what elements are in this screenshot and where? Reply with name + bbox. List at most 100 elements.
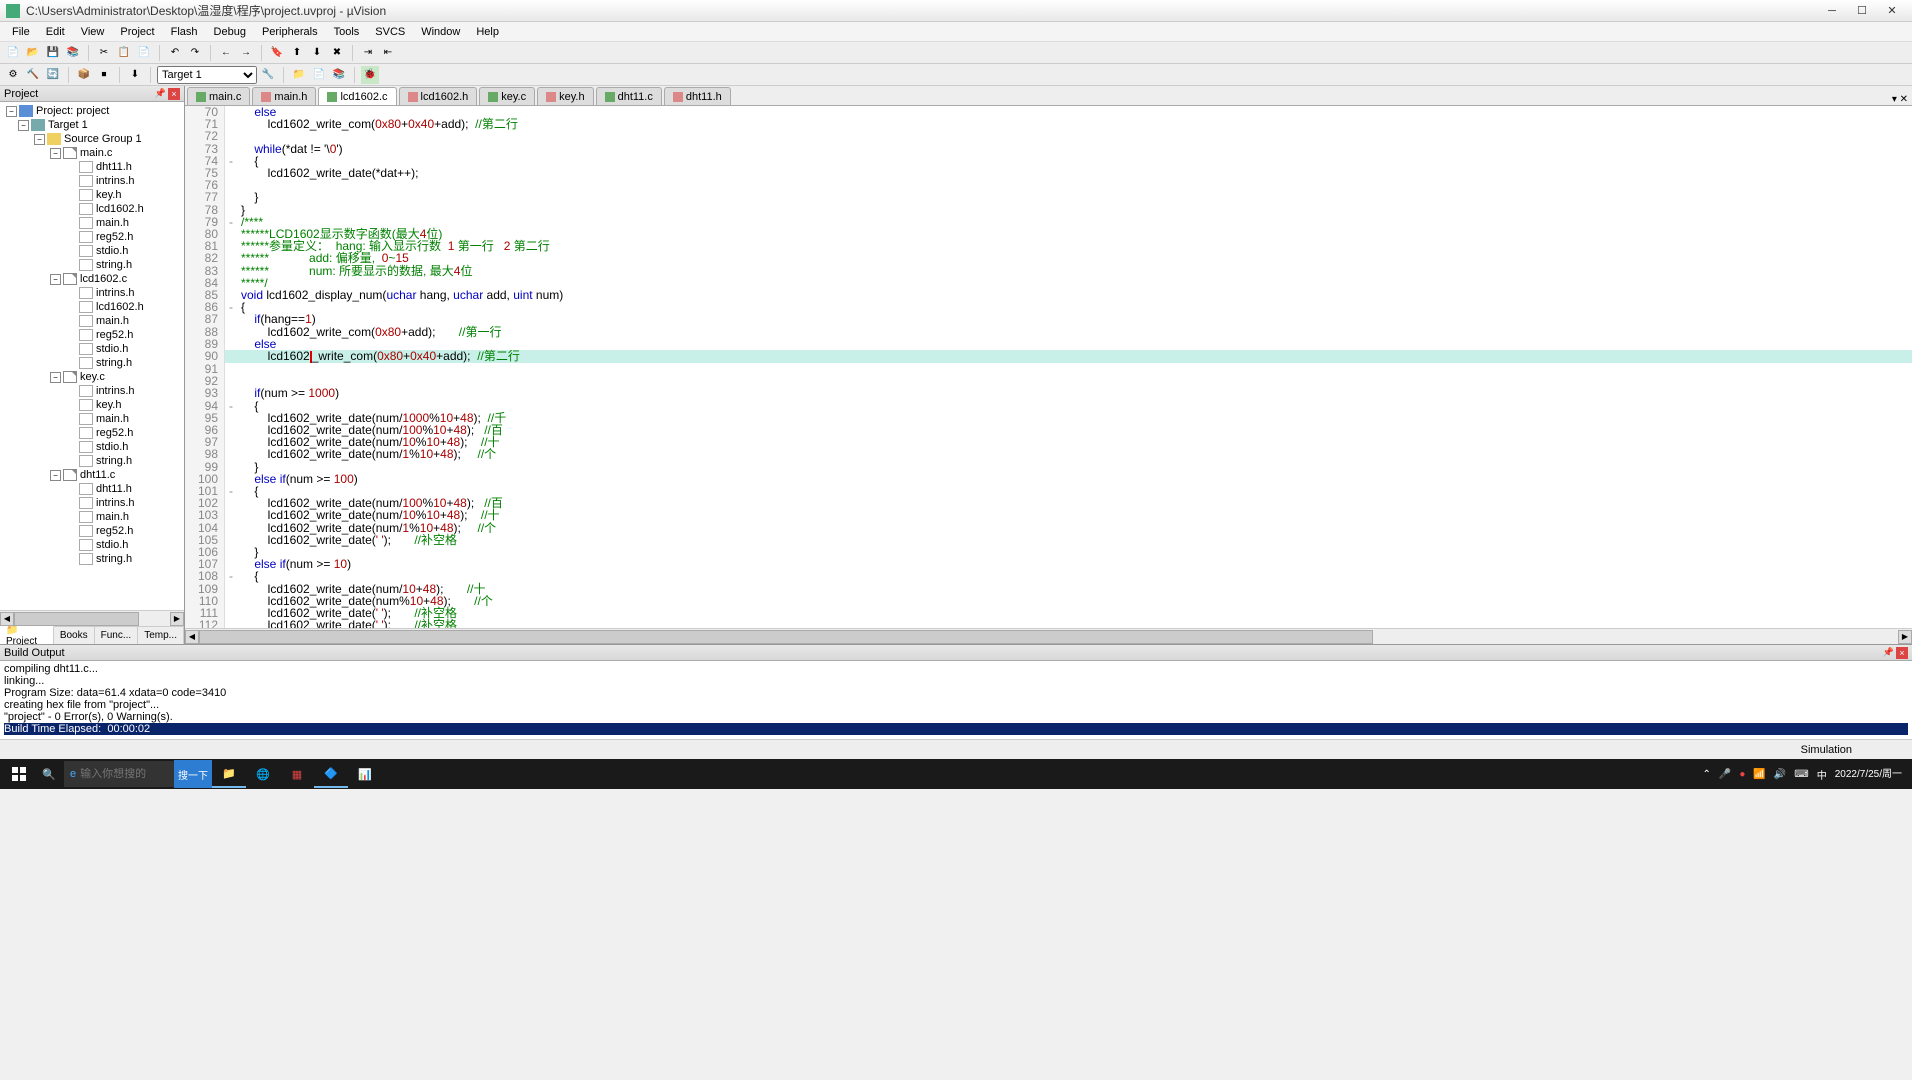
tree-node[interactable]: −dht11.c — [2, 468, 182, 482]
tray-lang-icon[interactable]: 中 — [1817, 767, 1827, 782]
file-tab[interactable]: key.c — [479, 87, 535, 105]
expand-icon[interactable]: − — [6, 106, 17, 117]
close-button[interactable]: ✕ — [1878, 2, 1906, 20]
build-button[interactable]: 🔨 — [24, 66, 42, 84]
fold-icon[interactable]: - — [225, 570, 237, 582]
code-line[interactable]: 71 lcd1602_write_com(0x80+0x40+add); //第… — [185, 118, 1912, 130]
code-line[interactable]: 107 else if(num >= 10) — [185, 558, 1912, 570]
editor-hscroll[interactable]: ◀ ▶ — [185, 628, 1912, 644]
panel-tab-project[interactable]: 📁 Project — [0, 626, 54, 644]
build-line[interactable]: "project" - 0 Error(s), 0 Warning(s). — [4, 711, 1908, 723]
explorer-app[interactable]: 📁 — [212, 760, 246, 788]
project-hscroll[interactable]: ◀ ▶ — [0, 610, 184, 626]
project-tree[interactable]: −Project: project−Target 1−Source Group … — [0, 102, 184, 610]
indent-button[interactable]: ⇥ — [359, 44, 377, 62]
panel-close-button[interactable]: × — [168, 88, 180, 100]
uvision-app[interactable]: 🔷 — [314, 760, 348, 788]
panel-tab-temp...[interactable]: Temp... — [138, 627, 184, 644]
tray-volume-icon[interactable]: 🔊 — [1774, 769, 1786, 780]
fold-icon[interactable] — [225, 387, 237, 399]
pin-icon[interactable]: 📌 — [1883, 647, 1894, 658]
code-line[interactable]: 100 else if(num >= 100) — [185, 473, 1912, 485]
tree-node[interactable]: reg52.h — [2, 230, 182, 244]
fold-icon[interactable] — [225, 204, 237, 216]
tree-node[interactable]: reg52.h — [2, 524, 182, 538]
search-app-button[interactable]: 搜一下 — [174, 760, 212, 788]
tree-node[interactable]: −Target 1 — [2, 118, 182, 132]
save-button[interactable]: 💾 — [44, 44, 62, 62]
panel-tab-func...[interactable]: Func... — [95, 627, 139, 644]
menu-tools[interactable]: Tools — [326, 24, 368, 40]
paste-button[interactable]: 📄 — [135, 44, 153, 62]
batch-build-button[interactable]: 📦 — [75, 66, 93, 84]
tree-node[interactable]: lcd1602.h — [2, 300, 182, 314]
code-line[interactable]: 73 while(*dat != '\0') — [185, 143, 1912, 155]
code-line[interactable]: 88 lcd1602_write_com(0x80+add); //第一行 — [185, 326, 1912, 338]
fold-icon[interactable] — [225, 424, 237, 436]
panel-close-button[interactable]: × — [1896, 647, 1908, 659]
tree-node[interactable]: string.h — [2, 454, 182, 468]
code-line[interactable]: 79-/**** — [185, 216, 1912, 228]
tree-node[interactable]: dht11.h — [2, 482, 182, 496]
fold-icon[interactable] — [225, 118, 237, 130]
fold-icon[interactable] — [225, 350, 237, 363]
fold-icon[interactable]: - — [225, 155, 237, 167]
code-line[interactable]: 77 } — [185, 191, 1912, 203]
maximize-button[interactable]: ☐ — [1848, 2, 1876, 20]
redo-button[interactable]: ↷ — [186, 44, 204, 62]
fold-icon[interactable] — [225, 191, 237, 203]
undo-button[interactable]: ↶ — [166, 44, 184, 62]
file-ext-button[interactable]: 📄 — [310, 66, 328, 84]
fold-icon[interactable] — [225, 363, 237, 375]
copy-button[interactable]: 📋 — [115, 44, 133, 62]
code-line[interactable]: 109 lcd1602_write_date(num/10+48); //十 — [185, 583, 1912, 595]
build-line[interactable]: Program Size: data=61.4 xdata=0 code=341… — [4, 687, 1908, 699]
menu-peripherals[interactable]: Peripherals — [254, 24, 326, 40]
fold-icon[interactable] — [225, 546, 237, 558]
expand-icon[interactable]: − — [50, 148, 61, 159]
code-line[interactable]: 87 if(hang==1) — [185, 313, 1912, 325]
fold-icon[interactable] — [225, 265, 237, 277]
file-tab[interactable]: lcd1602.h — [399, 87, 478, 105]
tray-mic-icon[interactable]: 🎤 — [1719, 769, 1731, 780]
tree-node[interactable]: key.h — [2, 398, 182, 412]
fold-icon[interactable] — [225, 143, 237, 155]
stop-build-button[interactable]: ⏹ — [95, 66, 113, 84]
fold-icon[interactable] — [225, 228, 237, 240]
tree-node[interactable]: −Source Group 1 — [2, 132, 182, 146]
expand-icon[interactable]: − — [50, 372, 61, 383]
build-line[interactable]: linking... — [4, 675, 1908, 687]
code-line[interactable]: 112 lcd1602_write_date(' '); //补空格 — [185, 619, 1912, 628]
build-output-text[interactable]: compiling dht11.c...linking...Program Si… — [0, 661, 1912, 739]
tree-node[interactable]: stdio.h — [2, 440, 182, 454]
tree-node[interactable]: reg52.h — [2, 328, 182, 342]
tree-node[interactable]: −main.c — [2, 146, 182, 160]
build-line[interactable]: compiling dht11.c... — [4, 663, 1908, 675]
code-line[interactable]: 108- { — [185, 570, 1912, 582]
menu-file[interactable]: File — [4, 24, 38, 40]
nav-fwd-button[interactable]: → — [237, 44, 255, 62]
code-line[interactable]: 90 lcd1602_write_com(0x80+0x40+add); //第… — [185, 350, 1912, 363]
browser-app[interactable]: 🌐 — [246, 760, 280, 788]
books-button[interactable]: 📚 — [330, 66, 348, 84]
debug-button[interactable]: 🐞 — [361, 66, 379, 84]
scroll-left-icon[interactable]: ◀ — [185, 630, 199, 644]
code-line[interactable]: 72 — [185, 130, 1912, 142]
other-app[interactable]: 📊 — [348, 760, 382, 788]
scroll-thumb[interactable] — [14, 612, 139, 626]
tree-node[interactable]: string.h — [2, 552, 182, 566]
fold-icon[interactable] — [225, 595, 237, 607]
file-tab[interactable]: key.h — [537, 87, 593, 105]
fold-icon[interactable] — [225, 277, 237, 289]
tree-node[interactable]: intrins.h — [2, 174, 182, 188]
fold-icon[interactable]: - — [225, 400, 237, 412]
tray-record-icon[interactable]: ● — [1739, 769, 1745, 780]
bookmark-clear-button[interactable]: ✖ — [328, 44, 346, 62]
fold-icon[interactable] — [225, 461, 237, 473]
fold-icon[interactable] — [225, 522, 237, 534]
tree-node[interactable]: key.h — [2, 188, 182, 202]
fold-icon[interactable] — [225, 497, 237, 509]
tray-ime-icon[interactable]: ⌨ — [1794, 769, 1808, 780]
fold-icon[interactable] — [225, 436, 237, 448]
tray-network-icon[interactable]: 📶 — [1753, 769, 1765, 780]
